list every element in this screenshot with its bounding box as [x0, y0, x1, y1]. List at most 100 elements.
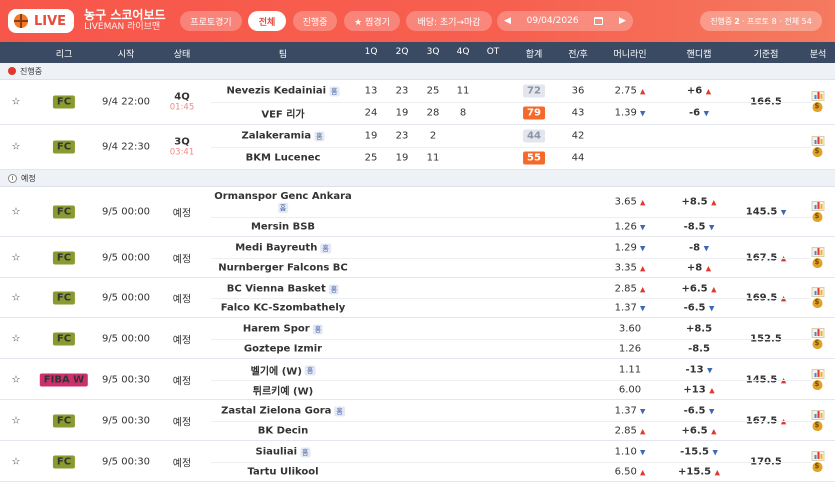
favorite-star-icon[interactable]: ☆ — [12, 375, 21, 386]
odds-down-icon: ▼ — [708, 407, 715, 416]
col-start[interactable]: 시작 — [118, 47, 135, 60]
score-q3: 11 — [426, 152, 440, 164]
match-row[interactable]: ☆ FC 9/4 22:30 3Q 03:41 Zalakeramia 홈 BKM… — [0, 125, 835, 170]
match-state: 예정 — [172, 254, 192, 266]
handicap: -8.5 ▼ — [683, 221, 715, 233]
col-q4[interactable]: 4Q — [457, 47, 470, 57]
analysis-icon[interactable] — [811, 410, 825, 432]
handicap: -8 ▼ — [689, 242, 709, 254]
analysis-icon[interactable] — [811, 201, 825, 223]
score-q1: 25 — [364, 152, 378, 164]
match-state: 4Q 01:45 — [169, 91, 195, 112]
home-team[interactable]: Zastal Zielona Gora 홈 — [221, 406, 345, 417]
away-team[interactable]: Goztepe Izmir — [244, 344, 322, 355]
home-team[interactable]: Ormanspor Genc Ankara 홈 — [214, 191, 352, 213]
col-league[interactable]: 리그 — [56, 47, 73, 60]
filter-proto[interactable]: 프로토경기 — [180, 11, 242, 31]
favorite-star-icon[interactable]: ☆ — [12, 97, 21, 108]
date-value[interactable]: 09/04/2026 — [527, 16, 579, 26]
match-row[interactable]: ☆ FC 9/5 00:30 예정 Zastal Zielona Gora 홈 BK Dec… — [0, 400, 835, 441]
analysis-icon[interactable] — [811, 247, 825, 269]
analysis-icon[interactable] — [811, 136, 825, 158]
favorite-star-icon[interactable]: ☆ — [12, 142, 21, 153]
col-q3[interactable]: 3Q — [427, 47, 440, 57]
handicap: +6.5 ▲ — [681, 425, 717, 437]
home-team[interactable]: Zalakeramia 홈 — [241, 131, 325, 142]
favorite-star-icon[interactable]: ☆ — [12, 416, 21, 427]
favorite-star-icon[interactable]: ☆ — [12, 207, 21, 218]
home-team[interactable]: Nevezis Kedainiai 홈 — [227, 86, 340, 97]
odds-up-icon: ▲ — [640, 264, 646, 273]
league-badge: FC — [52, 95, 76, 109]
away-team[interactable]: BKM Lucenec — [246, 153, 321, 164]
match-row[interactable]: ☆ FC 9/4 22:00 4Q 01:45 Nevezis Kedainia… — [0, 80, 835, 125]
col-base[interactable]: 기준점 — [754, 47, 779, 60]
odds-down-icon: ▼ — [640, 244, 646, 253]
odds-down-icon: ▼ — [640, 448, 646, 457]
moneyline: 1.37 ▼ — [614, 302, 646, 314]
col-half[interactable]: 전/후 — [568, 47, 588, 60]
match-row[interactable]: ☆ FC 9/5 00:00 예정 Harem Spor 홈 Goztepe Izmir 3.… — [0, 318, 835, 359]
analysis-icon[interactable] — [811, 287, 825, 309]
filter-all[interactable]: 전체 — [248, 11, 286, 31]
favorite-star-icon[interactable]: ☆ — [12, 253, 21, 264]
filter-favorites[interactable]: ★ 찜경기 — [344, 11, 400, 31]
analysis-icon[interactable] — [811, 451, 825, 473]
filter-live[interactable]: 진행중 — [293, 11, 337, 31]
away-team[interactable]: BK Decin — [258, 426, 308, 437]
odds-down-icon: ▼ — [780, 208, 787, 217]
match-row[interactable]: ☆ FC 9/5 00:00 예정 Medi Bayreuth 홈 Nurnberger F… — [0, 237, 835, 278]
home-team[interactable]: 벨기에 (W) 홈 — [251, 363, 316, 378]
home-team[interactable]: BC Vienna Basket 홈 — [227, 284, 340, 295]
odds-down-icon: ▼ — [703, 244, 709, 253]
col-handicap[interactable]: 핸디캡 — [687, 47, 712, 60]
filter-odds[interactable]: 배당: 초기→마감 — [406, 11, 492, 31]
match-row[interactable]: ☆ FC 9/5 00:30 예정 Siauliai 홈 Tartu Ulikool 1.10… — [0, 441, 835, 482]
calendar-icon[interactable] — [594, 17, 604, 25]
away-team[interactable]: Nurnberger Falcons BC — [218, 263, 348, 274]
home-tag: 홈 — [312, 324, 324, 334]
col-analysis[interactable]: 분석 — [810, 47, 827, 60]
match-row[interactable]: ☆ FC 9/5 00:00 예정 BC Vienna Basket 홈 Falco KC-… — [0, 278, 835, 318]
col-team[interactable]: 팀 — [279, 47, 287, 60]
moneyline: 2.75 ▲ — [614, 85, 646, 97]
prev-day-button[interactable]: ◀ — [504, 16, 511, 26]
col-q1[interactable]: 1Q — [365, 47, 378, 57]
favorite-star-icon[interactable]: ☆ — [12, 334, 21, 345]
match-row[interactable]: ☆ FIBA W 9/5 00:30 예정 벨기에 (W) 홈 튀르키예 (W) 1.11 6… — [0, 359, 835, 400]
next-day-button[interactable]: ▶ — [619, 16, 626, 26]
col-total[interactable]: 합계 — [526, 47, 543, 60]
analysis-icon[interactable] — [811, 91, 825, 113]
away-team[interactable]: Tartu Ulikool — [247, 467, 318, 478]
date-picker[interactable]: ◀ 09/04/2026 ▶ — [497, 11, 633, 31]
home-tag: 홈 — [334, 406, 345, 416]
favorite-star-icon[interactable]: ☆ — [12, 293, 21, 304]
odds-up-icon: ▲ — [705, 87, 712, 96]
match-row[interactable]: ☆ FC 9/5 00:00 예정 Ormanspor Genc Ankara 홈 Mers… — [0, 187, 835, 237]
moneyline: 3.65 ▲ — [614, 196, 646, 208]
moneyline: 2.85 ▲ — [614, 425, 646, 437]
home-team[interactable]: Medi Bayreuth 홈 — [235, 243, 331, 254]
home-team[interactable]: Siauliai 홈 — [256, 447, 311, 458]
col-state[interactable]: 상태 — [174, 47, 191, 60]
away-team[interactable]: Mersin BSB — [251, 222, 315, 233]
live-button[interactable]: LIVE — [8, 9, 75, 33]
favorite-star-icon[interactable]: ☆ — [12, 457, 21, 468]
moneyline: 1.39 ▼ — [614, 107, 646, 119]
analysis-icon[interactable] — [811, 369, 825, 391]
col-q2[interactable]: 2Q — [396, 47, 409, 57]
col-moneyline[interactable]: 머니라인 — [613, 47, 646, 60]
home-team[interactable]: Harem Spor 홈 — [243, 324, 324, 335]
base-point: 145.5 ▼ — [745, 206, 787, 218]
col-ot[interactable]: OT — [487, 47, 500, 57]
away-team[interactable]: VEF 리가 — [261, 106, 304, 121]
moneyline: 1.11 — [618, 364, 642, 376]
analysis-icon[interactable] — [811, 328, 825, 350]
away-team[interactable]: Falco KC-Szombathely — [221, 303, 346, 314]
league-badge: FC — [52, 140, 76, 154]
home-tag: 홈 — [320, 243, 331, 253]
handicap: +8.5 ▲ — [681, 196, 717, 208]
handicap: +8 ▲ — [686, 262, 712, 274]
match-state: 예정 — [172, 294, 192, 306]
away-team[interactable]: 튀르키예 (W) — [253, 383, 313, 398]
